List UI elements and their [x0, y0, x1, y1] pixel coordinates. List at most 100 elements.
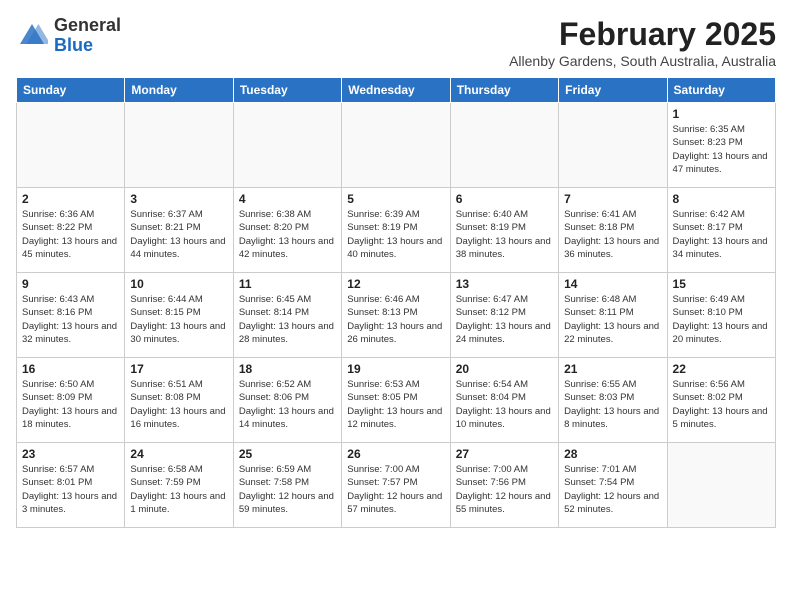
calendar-cell: 17 Sunrise: 6:51 AM Sunset: 8:08 PM Dayli… — [125, 358, 233, 443]
cell-info: Sunrise: 6:35 AM Sunset: 8:23 PM Dayligh… — [673, 123, 770, 176]
logo-text: General Blue — [54, 16, 121, 56]
location: Allenby Gardens, South Australia, Austra… — [509, 53, 776, 69]
cell-info: Sunrise: 7:00 AM Sunset: 7:57 PM Dayligh… — [347, 463, 444, 516]
day-number: 5 — [347, 192, 444, 206]
calendar-cell: 27 Sunrise: 7:00 AM Sunset: 7:56 PM Dayli… — [450, 443, 558, 528]
cell-info: Sunrise: 6:58 AM Sunset: 7:59 PM Dayligh… — [130, 463, 227, 516]
cell-info: Sunrise: 6:37 AM Sunset: 8:21 PM Dayligh… — [130, 208, 227, 261]
calendar-cell: 24 Sunrise: 6:58 AM Sunset: 7:59 PM Dayli… — [125, 443, 233, 528]
day-number: 28 — [564, 447, 661, 461]
cell-info: Sunrise: 7:01 AM Sunset: 7:54 PM Dayligh… — [564, 463, 661, 516]
calendar-cell: 4Sunrise: 6:38 AM Sunset: 8:20 PM Daylig… — [233, 188, 341, 273]
cell-info: Sunrise: 6:42 AM Sunset: 8:17 PM Dayligh… — [673, 208, 770, 261]
calendar-cell: 25 Sunrise: 6:59 AM Sunset: 7:58 PM Dayli… — [233, 443, 341, 528]
calendar-week-0: 1Sunrise: 6:35 AM Sunset: 8:23 PM Daylig… — [17, 103, 776, 188]
cell-info: Sunrise: 6:48 AM Sunset: 8:11 PM Dayligh… — [564, 293, 661, 346]
day-header-tuesday: Tuesday — [233, 78, 341, 103]
calendar-cell: 23 Sunrise: 6:57 AM Sunset: 8:01 PM Dayli… — [17, 443, 125, 528]
calendar-cell: 21Sunrise: 6:55 AM Sunset: 8:03 PM Dayli… — [559, 358, 667, 443]
cell-info: Sunrise: 6:51 AM Sunset: 8:08 PM Dayligh… — [130, 378, 227, 431]
cell-info: Sunrise: 6:57 AM Sunset: 8:01 PM Dayligh… — [22, 463, 119, 516]
day-number: 13 — [456, 277, 553, 291]
day-number: 11 — [239, 277, 336, 291]
day-number: 19 — [347, 362, 444, 376]
calendar-cell: 7 Sunrise: 6:41 AM Sunset: 8:18 PM Daylig… — [559, 188, 667, 273]
day-header-monday: Monday — [125, 78, 233, 103]
day-number: 17 — [130, 362, 227, 376]
cell-info: Sunrise: 6:43 AM Sunset: 8:16 PM Dayligh… — [22, 293, 119, 346]
calendar-cell: 1Sunrise: 6:35 AM Sunset: 8:23 PM Daylig… — [667, 103, 775, 188]
calendar-cell — [342, 103, 450, 188]
day-number: 6 — [456, 192, 553, 206]
calendar-cell: 10Sunrise: 6:44 AM Sunset: 8:15 PM Dayli… — [125, 273, 233, 358]
logo-general: General — [54, 16, 121, 36]
calendar-cell — [125, 103, 233, 188]
calendar-cell: 6 Sunrise: 6:40 AM Sunset: 8:19 PM Daylig… — [450, 188, 558, 273]
calendar-cell: 16Sunrise: 6:50 AM Sunset: 8:09 PM Dayli… — [17, 358, 125, 443]
cell-info: Sunrise: 6:59 AM Sunset: 7:58 PM Dayligh… — [239, 463, 336, 516]
calendar-cell — [233, 103, 341, 188]
cell-info: Sunrise: 6:47 AM Sunset: 8:12 PM Dayligh… — [456, 293, 553, 346]
cell-info: Sunrise: 6:55 AM Sunset: 8:03 PM Dayligh… — [564, 378, 661, 431]
calendar-cell — [559, 103, 667, 188]
calendar-cell: 13 Sunrise: 6:47 AM Sunset: 8:12 PM Dayli… — [450, 273, 558, 358]
cell-info: Sunrise: 6:44 AM Sunset: 8:15 PM Dayligh… — [130, 293, 227, 346]
day-number: 23 — [22, 447, 119, 461]
day-number: 27 — [456, 447, 553, 461]
cell-info: Sunrise: 6:36 AM Sunset: 8:22 PM Dayligh… — [22, 208, 119, 261]
calendar-week-1: 2 Sunrise: 6:36 AM Sunset: 8:22 PM Daylig… — [17, 188, 776, 273]
calendar-week-4: 23 Sunrise: 6:57 AM Sunset: 8:01 PM Dayli… — [17, 443, 776, 528]
day-number: 26 — [347, 447, 444, 461]
day-header-sunday: Sunday — [17, 78, 125, 103]
day-number: 9 — [22, 277, 119, 291]
calendar-cell: 8 Sunrise: 6:42 AM Sunset: 8:17 PM Daylig… — [667, 188, 775, 273]
day-number: 18 — [239, 362, 336, 376]
day-header-saturday: Saturday — [667, 78, 775, 103]
calendar-cell: 19 Sunrise: 6:53 AM Sunset: 8:05 PM Dayli… — [342, 358, 450, 443]
cell-info: Sunrise: 6:40 AM Sunset: 8:19 PM Dayligh… — [456, 208, 553, 261]
calendar-cell — [667, 443, 775, 528]
cell-info: Sunrise: 6:38 AM Sunset: 8:20 PM Dayligh… — [239, 208, 336, 261]
calendar-cell: 14 Sunrise: 6:48 AM Sunset: 8:11 PM Dayli… — [559, 273, 667, 358]
day-number: 22 — [673, 362, 770, 376]
day-number: 14 — [564, 277, 661, 291]
day-number: 12 — [347, 277, 444, 291]
day-header-friday: Friday — [559, 78, 667, 103]
day-number: 2 — [22, 192, 119, 206]
logo: General Blue — [16, 16, 121, 56]
calendar-cell: 11Sunrise: 6:45 AM Sunset: 8:14 PM Dayli… — [233, 273, 341, 358]
cell-info: Sunrise: 6:54 AM Sunset: 8:04 PM Dayligh… — [456, 378, 553, 431]
calendar-week-3: 16Sunrise: 6:50 AM Sunset: 8:09 PM Dayli… — [17, 358, 776, 443]
cell-info: Sunrise: 6:41 AM Sunset: 8:18 PM Dayligh… — [564, 208, 661, 261]
day-number: 25 — [239, 447, 336, 461]
day-number: 7 — [564, 192, 661, 206]
calendar-cell — [17, 103, 125, 188]
calendar-week-2: 9 Sunrise: 6:43 AM Sunset: 8:16 PM Daylig… — [17, 273, 776, 358]
calendar-cell: 15Sunrise: 6:49 AM Sunset: 8:10 PM Dayli… — [667, 273, 775, 358]
calendar-cell: 22 Sunrise: 6:56 AM Sunset: 8:02 PM Dayli… — [667, 358, 775, 443]
day-number: 8 — [673, 192, 770, 206]
cell-info: Sunrise: 6:39 AM Sunset: 8:19 PM Dayligh… — [347, 208, 444, 261]
cell-info: Sunrise: 6:50 AM Sunset: 8:09 PM Dayligh… — [22, 378, 119, 431]
cell-info: Sunrise: 6:46 AM Sunset: 8:13 PM Dayligh… — [347, 293, 444, 346]
calendar-cell: 2 Sunrise: 6:36 AM Sunset: 8:22 PM Daylig… — [17, 188, 125, 273]
calendar-cell: 12 Sunrise: 6:46 AM Sunset: 8:13 PM Dayli… — [342, 273, 450, 358]
calendar-cell: 28 Sunrise: 7:01 AM Sunset: 7:54 PM Dayli… — [559, 443, 667, 528]
calendar-cell: 18 Sunrise: 6:52 AM Sunset: 8:06 PM Dayli… — [233, 358, 341, 443]
day-header-thursday: Thursday — [450, 78, 558, 103]
calendar-cell — [450, 103, 558, 188]
cell-info: Sunrise: 6:53 AM Sunset: 8:05 PM Dayligh… — [347, 378, 444, 431]
day-number: 24 — [130, 447, 227, 461]
calendar-cell: 3Sunrise: 6:37 AM Sunset: 8:21 PM Daylig… — [125, 188, 233, 273]
cell-info: Sunrise: 6:56 AM Sunset: 8:02 PM Dayligh… — [673, 378, 770, 431]
cell-info: Sunrise: 6:52 AM Sunset: 8:06 PM Dayligh… — [239, 378, 336, 431]
calendar-cell: 9 Sunrise: 6:43 AM Sunset: 8:16 PM Daylig… — [17, 273, 125, 358]
cell-info: Sunrise: 7:00 AM Sunset: 7:56 PM Dayligh… — [456, 463, 553, 516]
calendar-cell: 20Sunrise: 6:54 AM Sunset: 8:04 PM Dayli… — [450, 358, 558, 443]
page-header: General Blue February 2025 Allenby Garde… — [16, 16, 776, 69]
day-header-wednesday: Wednesday — [342, 78, 450, 103]
title-area: February 2025 Allenby Gardens, South Aus… — [509, 16, 776, 69]
calendar-cell: 5 Sunrise: 6:39 AM Sunset: 8:19 PM Daylig… — [342, 188, 450, 273]
month-year: February 2025 — [509, 16, 776, 53]
cell-info: Sunrise: 6:49 AM Sunset: 8:10 PM Dayligh… — [673, 293, 770, 346]
